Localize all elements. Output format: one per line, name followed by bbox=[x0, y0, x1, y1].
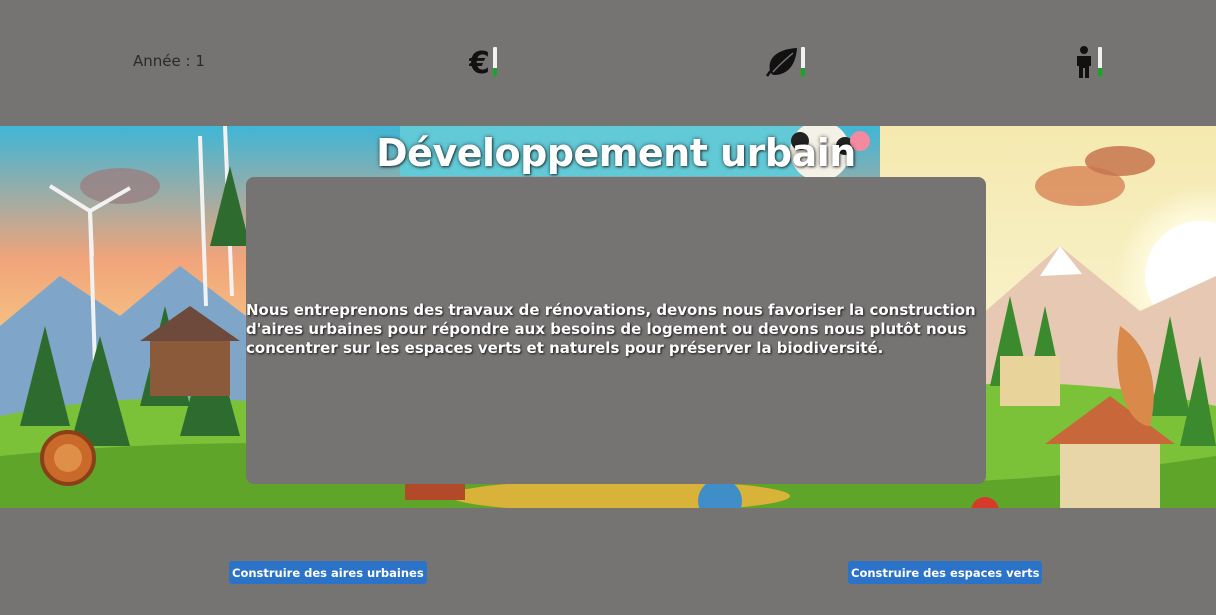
ecology-stat bbox=[765, 45, 809, 79]
population-gauge bbox=[1098, 47, 1102, 77]
money-gauge-fill bbox=[493, 68, 497, 77]
top-status-bar: Année : 1 € bbox=[0, 0, 1216, 126]
ecology-gauge-fill bbox=[801, 68, 805, 77]
svg-text:€: € bbox=[469, 46, 490, 79]
event-card: Nous entreprenons des travaux de rénovat… bbox=[246, 177, 986, 484]
build-green-spaces-button[interactable]: Construire des espaces verts bbox=[848, 561, 1043, 584]
population-stat bbox=[1074, 45, 1106, 79]
money-stat: € bbox=[469, 45, 501, 79]
leaf-icon bbox=[765, 48, 797, 77]
ecology-gauge bbox=[801, 47, 805, 77]
population-gauge-fill bbox=[1098, 68, 1102, 77]
event-title: Développement urbain bbox=[376, 131, 856, 175]
money-gauge bbox=[493, 47, 497, 77]
person-icon bbox=[1077, 46, 1091, 78]
year-counter: Année : 1 bbox=[133, 52, 205, 70]
build-urban-areas-button[interactable]: Construire des aires urbaines bbox=[229, 561, 427, 584]
event-description: Nous entreprenons des travaux de rénovat… bbox=[246, 301, 976, 357]
euro-icon: € bbox=[469, 46, 490, 79]
